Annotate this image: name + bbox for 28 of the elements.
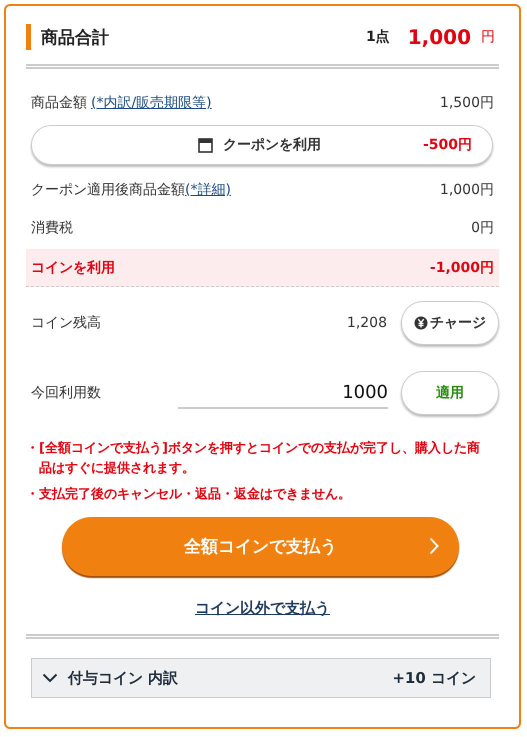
accent-bar (26, 24, 31, 50)
balance-value: 1,208 (346, 315, 387, 331)
currency-unit: 円 (481, 28, 495, 46)
charge-button[interactable]: チャージ (401, 301, 499, 345)
apply-button[interactable]: 適用 (401, 371, 499, 415)
details-link[interactable]: (*内訳/販売期限等) (91, 95, 212, 111)
item-count: 1点 (366, 28, 390, 46)
total-price: 1,000 (408, 25, 471, 49)
usage-label: 今回利用数 (31, 384, 102, 402)
warning-note: ・支払完了後のキャンセル・返品・返金はできません。 (26, 486, 352, 504)
row-label: 商品金額 (31, 95, 87, 111)
other-payment-link[interactable]: コイン以外で支払う (195, 599, 330, 617)
coupon-button[interactable]: クーポンを利用 -500円 (31, 125, 493, 165)
row-value: 1,000円 (440, 181, 494, 199)
balance-label: コイン残高 (31, 314, 102, 332)
details-link[interactable]: (*詳細) (185, 182, 231, 198)
window-icon (198, 138, 213, 152)
section-title: 商品合計 (41, 26, 110, 48)
row-value: 0円 (471, 219, 494, 237)
bonus-coin-toggle[interactable]: 付与コイン 内訳 +10 コイン (31, 658, 491, 698)
row-value: 1,500円 (440, 94, 494, 112)
warning-note: ・[全額コインで支払う]ボタンを押すとコインでの支払が完了し、購入した商品はすぐに提供されます。 (26, 440, 481, 478)
row-value: -1,000円 (430, 258, 494, 276)
chevron-right-icon (429, 537, 439, 555)
row-label: コインを利用 (31, 258, 115, 276)
coin-icon (414, 316, 428, 330)
row-label: クーポン適用後商品金額 (31, 182, 185, 198)
row-label: 消費税 (31, 220, 73, 236)
